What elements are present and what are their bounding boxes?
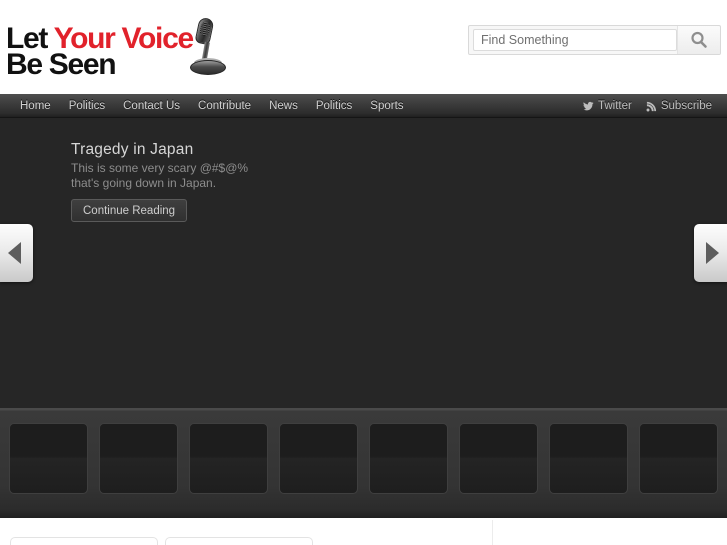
nav-item-twitter[interactable]: Twitter xyxy=(576,100,639,112)
search-icon xyxy=(689,30,709,50)
main-navigation: Home Politics Contact Us Contribute News… xyxy=(0,94,727,118)
rss-icon xyxy=(646,101,657,112)
thumbnail-item[interactable] xyxy=(279,423,358,494)
nav-item-contribute[interactable]: Contribute xyxy=(189,95,260,117)
slider-next-button[interactable] xyxy=(694,224,727,282)
microphone-grill xyxy=(199,21,211,37)
continue-reading-button[interactable]: Continue Reading xyxy=(71,199,188,222)
nav-items: Home Politics Contact Us Contribute News… xyxy=(0,95,413,117)
logo-line-2: Be Seen xyxy=(6,48,117,81)
hero-title: Tragedy in Japan xyxy=(71,141,194,158)
slider-thumbnail-strip xyxy=(0,408,727,518)
microphone-icon xyxy=(184,16,230,80)
hero-description: This is some very scary @#$@% that's goi… xyxy=(71,161,249,190)
nav-item-home[interactable]: Home xyxy=(11,95,60,117)
thumbnail-item[interactable] xyxy=(459,423,538,494)
hero-slide: Tragedy in Japan This is some very scary… xyxy=(0,118,727,408)
nav-item-contact-us[interactable]: Contact Us xyxy=(114,95,189,117)
search-input[interactable] xyxy=(473,29,677,51)
search-button[interactable] xyxy=(677,26,720,54)
thumbnail-item[interactable] xyxy=(9,423,88,494)
chevron-right-icon xyxy=(706,242,719,264)
chevron-left-icon xyxy=(8,242,21,264)
slider-prev-button[interactable] xyxy=(0,224,33,282)
nav-item-news[interactable]: News xyxy=(260,95,307,117)
nav-twitter-label: Twitter xyxy=(597,100,632,112)
thumbnail-item[interactable] xyxy=(99,423,178,494)
nav-item-sports[interactable]: Sports xyxy=(361,95,412,117)
nav-item-politics-2[interactable]: Politics xyxy=(307,95,361,117)
page-root: Let Your Voice Be Seen Find Something Ho… xyxy=(0,0,727,545)
nav-social-links: Twitter Subscribe xyxy=(576,94,719,118)
thumbnail-item[interactable] xyxy=(639,423,718,494)
twitter-bird-icon xyxy=(583,101,594,112)
nav-item-subscribe[interactable]: Subscribe xyxy=(639,100,719,112)
nav-item-politics-1[interactable]: Politics xyxy=(60,95,114,117)
column-divider xyxy=(492,520,493,545)
site-logo[interactable]: Let Your Voice Be Seen xyxy=(6,8,236,80)
thumbnail-item[interactable] xyxy=(549,423,628,494)
post-card[interactable] xyxy=(10,537,158,545)
nav-subscribe-label: Subscribe xyxy=(660,100,712,112)
thumbnail-item[interactable] xyxy=(189,423,268,494)
search-bar xyxy=(468,25,721,55)
thumbnail-item[interactable] xyxy=(369,423,448,494)
site-header: Let Your Voice Be Seen xyxy=(0,0,727,94)
hero-slider: Tragedy in Japan This is some very scary… xyxy=(0,118,727,408)
microphone-base xyxy=(190,60,226,75)
post-card[interactable] xyxy=(165,537,313,545)
